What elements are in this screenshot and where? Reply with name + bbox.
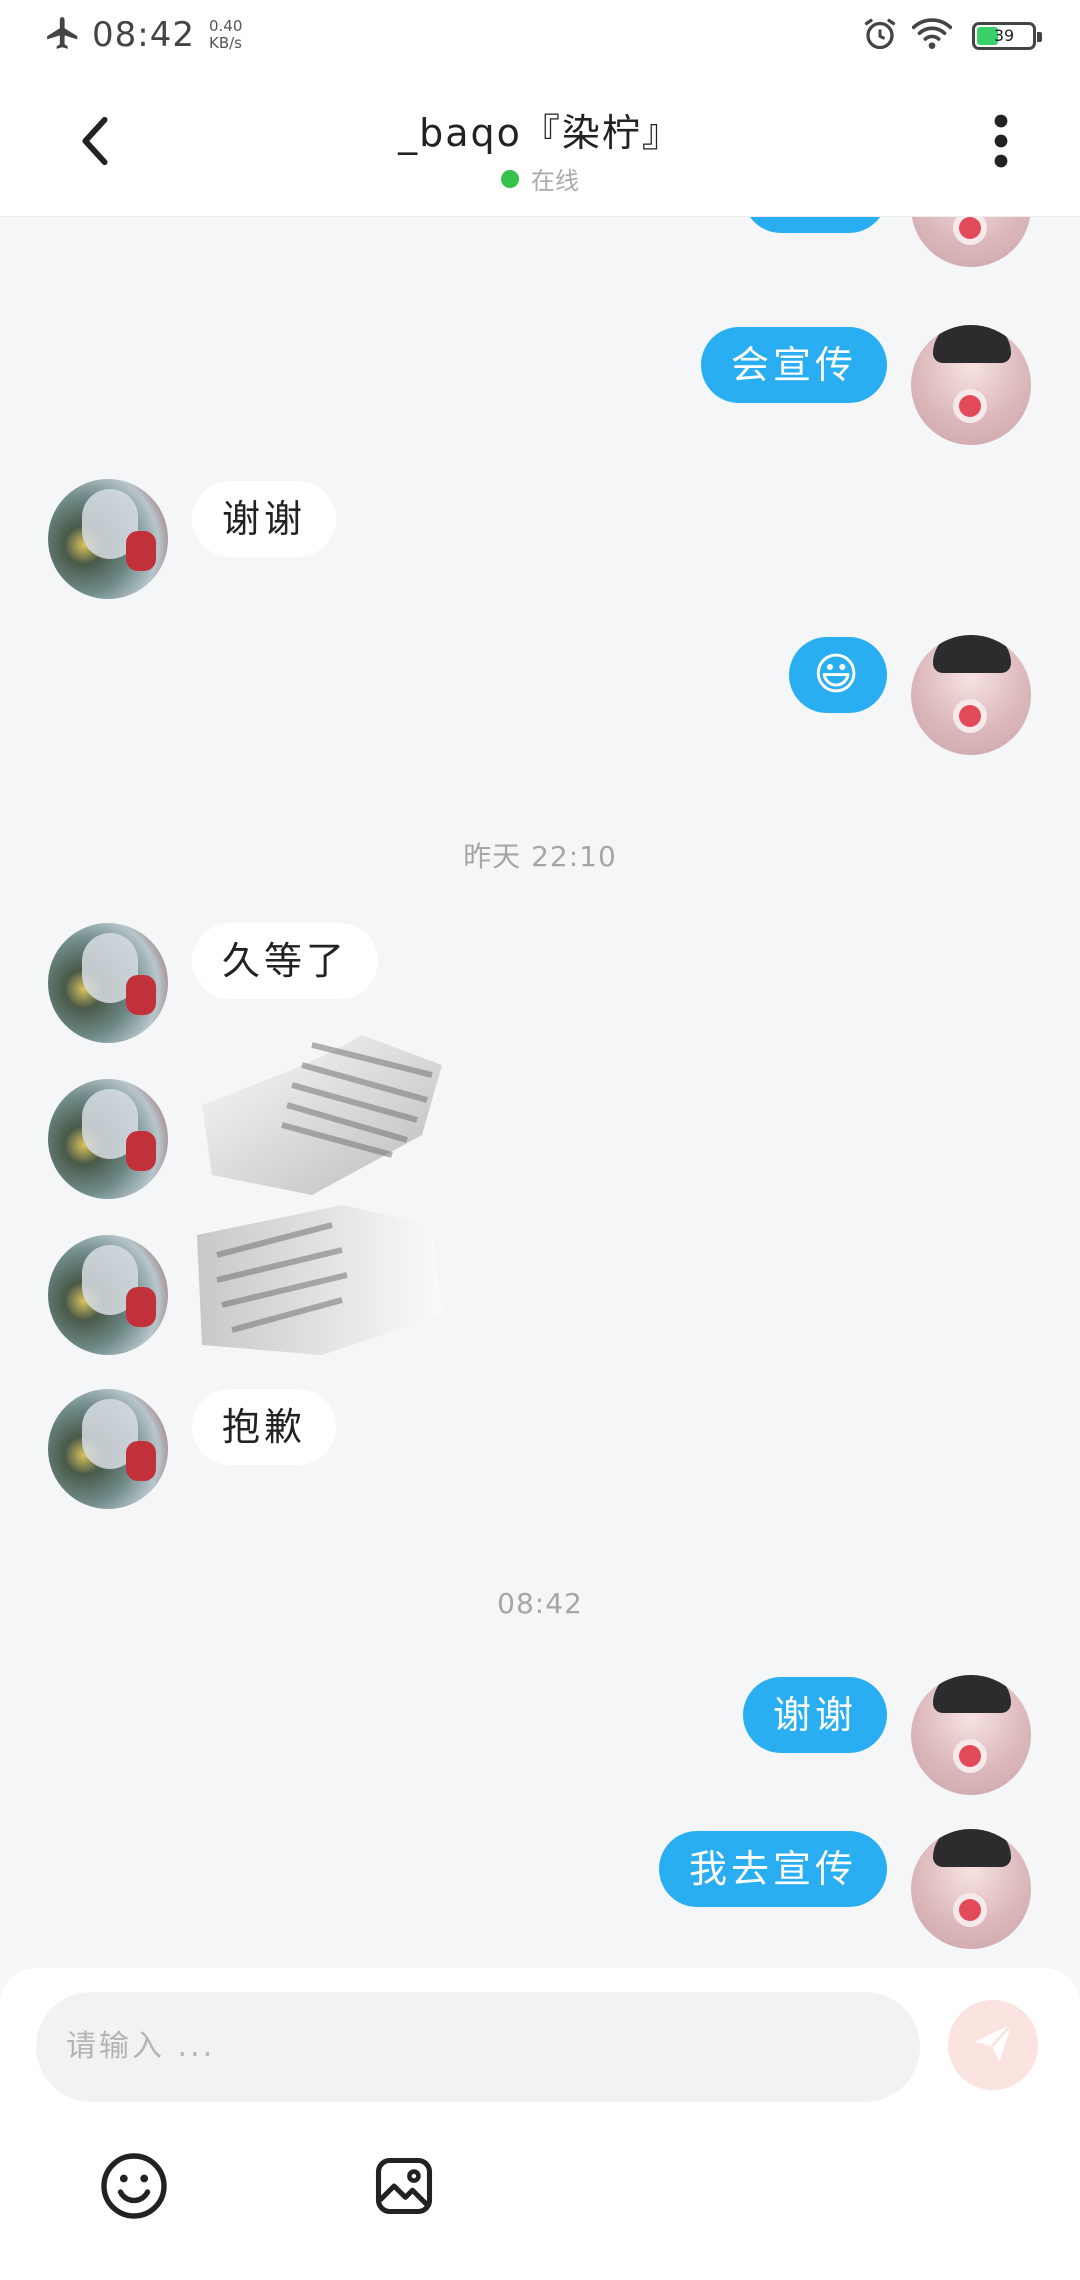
- my-avatar[interactable]: [911, 325, 1031, 445]
- timestamp-divider: 昨天 22:10: [463, 840, 617, 873]
- contact-avatar[interactable]: [48, 479, 168, 599]
- my-avatar[interactable]: [911, 635, 1031, 755]
- network-speed-unit: KB/s: [208, 34, 242, 52]
- message-bubble-outgoing[interactable]: 😃: [789, 637, 887, 713]
- airplane-mode-icon: [44, 14, 82, 56]
- message-input[interactable]: [36, 1992, 920, 2102]
- wifi-icon: [911, 16, 953, 56]
- message-composer: [0, 1968, 1080, 2280]
- emoji-icon: [98, 2150, 170, 2226]
- sticker-image[interactable]: [192, 1025, 462, 1205]
- my-avatar[interactable]: [911, 217, 1031, 267]
- conversation-title-block: _baqo『染柠』 在线: [240, 102, 840, 196]
- alarm-icon: [862, 16, 898, 56]
- message-bubble-outgoing[interactable]: 我去宣传: [658, 1831, 887, 1907]
- message-bubble-incoming[interactable]: 久等了: [192, 923, 379, 999]
- contact-avatar[interactable]: [48, 1389, 168, 1509]
- battery-indicator: 39: [972, 22, 1042, 50]
- status-time: 08:42: [92, 15, 195, 55]
- message-bubble-outgoing[interactable]: 谢谢: [742, 1677, 887, 1753]
- message-bubble-incoming[interactable]: 抱歉: [192, 1389, 337, 1465]
- chevron-left-icon: [75, 114, 115, 172]
- online-status: 在线: [240, 161, 840, 196]
- conversation-title: _baqo『染柠』: [398, 111, 682, 155]
- status-bar: 08:42 0.40 KB/s 39: [0, 0, 1080, 74]
- message-bubble-incoming[interactable]: 谢谢: [192, 481, 337, 557]
- image-button[interactable]: [364, 2148, 444, 2228]
- battery-level: 39: [993, 26, 1015, 45]
- back-button[interactable]: [60, 108, 130, 178]
- online-dot: [501, 169, 519, 188]
- sticker-image[interactable]: [192, 1195, 452, 1365]
- my-avatar[interactable]: [911, 1675, 1031, 1795]
- send-button[interactable]: [948, 2000, 1038, 2090]
- more-options-button[interactable]: [966, 108, 1036, 178]
- network-speed-value: 0.40: [208, 17, 243, 35]
- my-avatar[interactable]: [911, 1829, 1031, 1949]
- chat-header: _baqo『染柠』 在线: [0, 74, 1080, 217]
- network-speed: 0.40 KB/s: [209, 18, 242, 52]
- contact-avatar[interactable]: [48, 923, 168, 1043]
- emoji-button[interactable]: [94, 2148, 174, 2228]
- contact-avatar[interactable]: [48, 1235, 168, 1355]
- message-bubble-outgoing[interactable]: 谢谢: [742, 217, 887, 233]
- image-icon: [370, 2152, 438, 2224]
- timestamp-divider: 08:42: [497, 1587, 583, 1620]
- send-icon: [968, 2018, 1018, 2072]
- contact-avatar[interactable]: [48, 1079, 168, 1199]
- more-vertical-icon: [991, 113, 1011, 173]
- online-status-label: 在线: [531, 167, 579, 195]
- message-bubble-outgoing[interactable]: 会宣传: [700, 327, 887, 403]
- message-list[interactable]: 谢谢 会宣传 谢谢 😃 昨天 22:10 久等了: [0, 217, 1080, 1967]
